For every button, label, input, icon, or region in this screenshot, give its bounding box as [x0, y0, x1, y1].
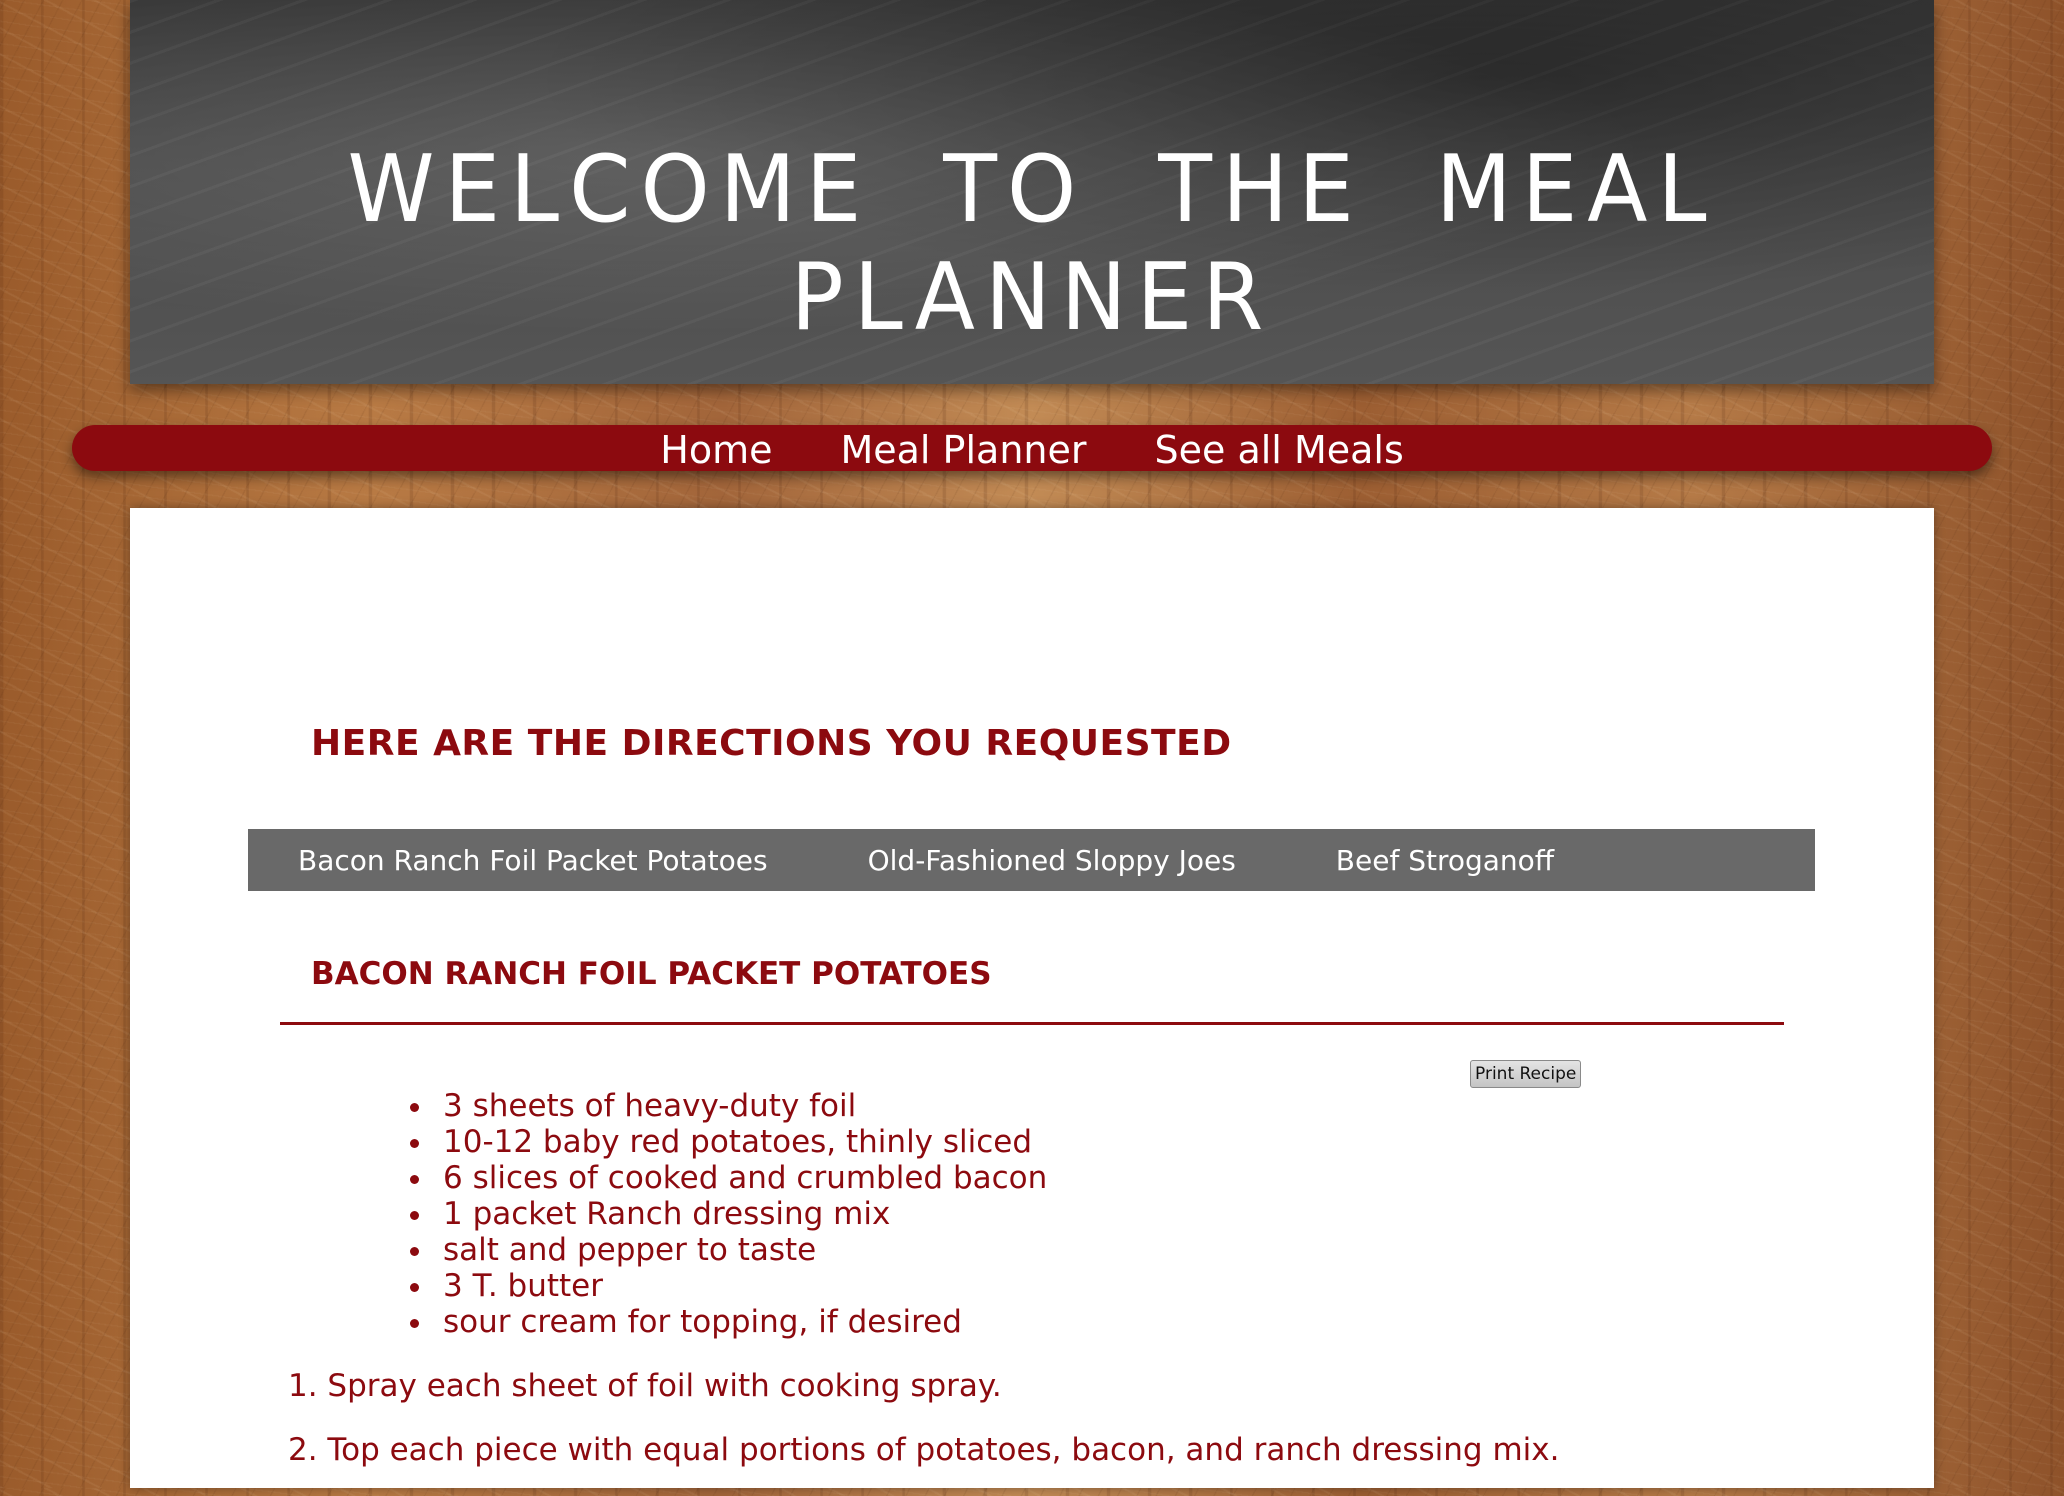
content-panel: HERE ARE THE DIRECTIONS YOU REQUESTED Ba…: [130, 508, 1934, 1488]
tab-beef-stroganoff[interactable]: Beef Stroganoff: [1286, 844, 1604, 877]
page-heading: HERE ARE THE DIRECTIONS YOU REQUESTED: [311, 723, 1232, 764]
step-item: 2. Top each piece with equal portions of…: [288, 1432, 1560, 1468]
ingredient-item: salt and pepper to taste: [435, 1232, 1047, 1268]
ingredient-list: 3 sheets of heavy-duty foil 10-12 baby r…: [405, 1088, 1047, 1340]
ingredient-item: 3 sheets of heavy-duty foil: [435, 1088, 1047, 1124]
print-recipe-button[interactable]: Print Recipe: [1470, 1060, 1582, 1088]
tab-sloppy-joes[interactable]: Old-Fashioned Sloppy Joes: [818, 844, 1286, 877]
tab-bacon-ranch-potatoes[interactable]: Bacon Ranch Foil Packet Potatoes: [248, 844, 818, 877]
recipe-title: BACON RANCH FOIL PACKET POTATOES: [311, 956, 992, 992]
ingredient-item: 6 slices of cooked and crumbled bacon: [435, 1160, 1047, 1196]
divider: [280, 1022, 1784, 1025]
step-item: 1. Spray each sheet of foil with cooking…: [288, 1368, 1002, 1404]
nav-link-meal-planner[interactable]: Meal Planner: [806, 428, 1120, 472]
direction-steps: 1. Spray each sheet of foil with cooking…: [288, 1368, 1559, 1496]
site-title: WELCOME TO THE MEAL PLANNER: [347, 134, 1717, 352]
ingredient-item: 1 packet Ranch dressing mix: [435, 1196, 1047, 1232]
ingredient-item: 3 T. butter: [435, 1268, 1047, 1304]
chalkboard-header: WELCOME TO THE MEAL PLANNER: [130, 0, 1934, 384]
ingredient-item: 10-12 baby red potatoes, thinly sliced: [435, 1124, 1047, 1160]
recipe-tabs: Bacon Ranch Foil Packet Potatoes Old-Fas…: [248, 829, 1815, 891]
ingredient-item: sour cream for topping, if desired: [435, 1304, 1047, 1340]
nav-links: Home Meal Planner See all Meals: [72, 425, 1992, 472]
main-navigation: Home Meal Planner See all Meals: [72, 425, 1992, 472]
nav-link-home[interactable]: Home: [626, 428, 806, 472]
nav-link-see-all-meals[interactable]: See all Meals: [1121, 428, 1438, 472]
